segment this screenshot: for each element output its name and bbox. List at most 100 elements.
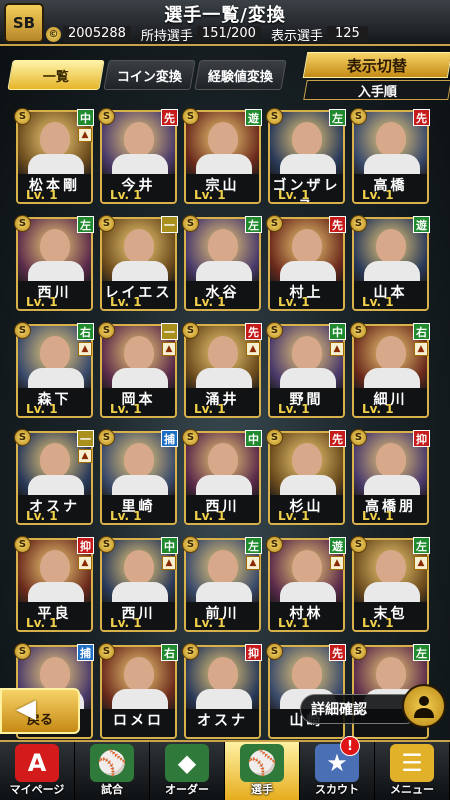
- player-card[interactable]: 里崎 Lv. 1 S 捕: [98, 429, 178, 525]
- position-badge: 先: [329, 216, 346, 233]
- player-level: Lv. 1: [110, 295, 142, 309]
- nav-5[interactable]: ☰ メニュー: [375, 742, 450, 800]
- player-card[interactable]: 松本剛 Lv. 1 S 中 ▲: [14, 108, 94, 204]
- nav-icon: ☰: [390, 744, 434, 782]
- nav-label: 選手: [251, 783, 273, 796]
- player-card[interactable]: 村林 Lv. 1 S 遊 ▲: [266, 536, 346, 632]
- player-card[interactable]: レイエス Lv. 1 S 一: [98, 215, 178, 311]
- nav-4[interactable]: ★ スカウト!: [300, 736, 375, 800]
- player-level: Lv. 1: [278, 402, 310, 416]
- player-face: [208, 122, 238, 156]
- player-card[interactable]: 西川 Lv. 1 S 中 ▲: [98, 536, 178, 632]
- card-info: 平良 Lv. 1: [18, 602, 91, 630]
- player-card[interactable]: 末包 Lv. 1 S 左 ▲: [350, 536, 430, 632]
- coin-icon: S: [266, 322, 283, 339]
- player-card[interactable]: オスナ Lv. 1 S 一 ▲: [14, 429, 94, 525]
- player-level: Lv. 1: [278, 295, 310, 309]
- player-card[interactable]: オスナ S 抑: [182, 643, 262, 739]
- player-face: [40, 229, 70, 263]
- player-face: [376, 657, 406, 691]
- player-card[interactable]: 森下 Lv. 1 S 右 ▲: [14, 322, 94, 418]
- position-badge: 左: [413, 537, 430, 554]
- position-badge: 抑: [413, 430, 430, 447]
- player-face: [40, 122, 70, 156]
- card-info: 森下 Lv. 1: [18, 388, 91, 416]
- display-toggle-button[interactable]: 表示切替: [302, 52, 450, 78]
- sort-order-label[interactable]: 入手順: [303, 80, 450, 100]
- player-card[interactable]: 細川 Lv. 1 S 右 ▲: [350, 322, 430, 418]
- display-toggle[interactable]: 表示切替 入手順: [302, 52, 450, 100]
- player-card[interactable]: 岡本 Lv. 1 S 一 ▲: [98, 322, 178, 418]
- coin-icon: S: [182, 108, 199, 125]
- coin-icon: S: [182, 643, 199, 660]
- notification-badge: !: [340, 736, 360, 756]
- player-face: [124, 657, 154, 691]
- detail-button[interactable]: 詳細確認: [300, 684, 446, 728]
- player-level: Lv. 1: [194, 616, 226, 630]
- card-info: ゴンザレスLv. 1: [270, 174, 343, 202]
- header-bar: SB 選手一覧/変換 © 2005288 所持選手 151/200 表示選手 1…: [0, 0, 450, 46]
- nav-2[interactable]: ◆ オーダー: [150, 742, 225, 800]
- card-info: 西川 Lv. 1: [102, 602, 175, 630]
- player-card[interactable]: 平良 Lv. 1 S 抑 ▲: [14, 536, 94, 632]
- back-button[interactable]: ◀ 戻る: [0, 688, 80, 734]
- player-card[interactable]: 涌井 Lv. 1 S 先 ▲: [182, 322, 262, 418]
- card-info: 末包 Lv. 1: [354, 602, 427, 630]
- nav-3[interactable]: ⚾ 選手: [225, 742, 300, 800]
- player-card[interactable]: 村上 Lv. 1 S 先: [266, 215, 346, 311]
- coin-icon: S: [182, 322, 199, 339]
- position-badge: 中: [245, 430, 262, 447]
- coin-icon: S: [266, 429, 283, 446]
- player-level: Lv. 1: [26, 509, 58, 523]
- player-card[interactable]: 前川 Lv. 1 S 左 ▲: [182, 536, 262, 632]
- player-card[interactable]: ロメロ S 右: [98, 643, 178, 739]
- player-card[interactable]: 今井 Lv. 1 S 先: [98, 108, 178, 204]
- display-value: 125: [326, 26, 368, 42]
- upgrade-icon: ▲: [78, 128, 92, 142]
- status-bar: © 2005288 所持選手 151/200 表示選手 125: [46, 25, 446, 44]
- coin-icon: S: [266, 215, 283, 232]
- coin-icon: S: [14, 215, 31, 232]
- player-card[interactable]: 杉山 Lv. 1 S 先: [266, 429, 346, 525]
- nav-0[interactable]: A マイページ: [0, 742, 75, 800]
- nav-label: 試合: [101, 783, 123, 796]
- player-card[interactable]: 山本 Lv. 1 S 遊: [350, 215, 430, 311]
- card-info: 西川 Lv. 1: [18, 281, 91, 309]
- tab-2[interactable]: 経験値変換: [194, 60, 287, 90]
- position-badge: 左: [245, 216, 262, 233]
- card-info: 高橋 Lv. 1: [354, 174, 427, 202]
- tab-0[interactable]: 一覧: [7, 60, 105, 90]
- player-level: Lv. 1: [194, 188, 226, 202]
- card-info: 山本 Lv. 1: [354, 281, 427, 309]
- nav-icon: ◆: [165, 744, 209, 782]
- position-badge: 捕: [161, 430, 178, 447]
- position-badge: 左: [245, 537, 262, 554]
- player-card[interactable]: 高橋 Lv. 1 S 先: [350, 108, 430, 204]
- player-card[interactable]: ゴンザレスLv. 1 S 左: [266, 108, 346, 204]
- player-level: Lv. 1: [362, 188, 394, 202]
- player-card[interactable]: 高橋朋 Lv. 1 S 抑: [350, 429, 430, 525]
- position-badge: 中: [329, 323, 346, 340]
- card-info: 今井 Lv. 1: [102, 174, 175, 202]
- coin-icon: S: [14, 429, 31, 446]
- player-card[interactable]: 西川 Lv. 1 S 左: [14, 215, 94, 311]
- card-info: 野間 Lv. 1: [270, 388, 343, 416]
- tab-1[interactable]: コイン変換: [103, 60, 196, 90]
- player-card[interactable]: 野間 Lv. 1 S 中 ▲: [266, 322, 346, 418]
- player-card[interactable]: 西川 Lv. 1 S 中: [182, 429, 262, 525]
- card-info: オスナ: [186, 709, 259, 737]
- coin-icon: S: [266, 536, 283, 553]
- player-face: [124, 122, 154, 156]
- player-face: [124, 550, 154, 584]
- position-badge: 左: [329, 109, 346, 126]
- player-level: Lv. 1: [194, 402, 226, 416]
- player-face: [292, 550, 322, 584]
- player-level: Lv. 1: [194, 295, 226, 309]
- coin-icon: S: [98, 215, 115, 232]
- player-card[interactable]: 水谷 Lv. 1 S 左: [182, 215, 262, 311]
- player-card[interactable]: 宗山 Lv. 1 S 遊: [182, 108, 262, 204]
- position-badge: 遊: [245, 109, 262, 126]
- nav-1[interactable]: ⚾ 試合: [75, 742, 150, 800]
- position-badge: 先: [329, 644, 346, 661]
- position-badge: 先: [161, 109, 178, 126]
